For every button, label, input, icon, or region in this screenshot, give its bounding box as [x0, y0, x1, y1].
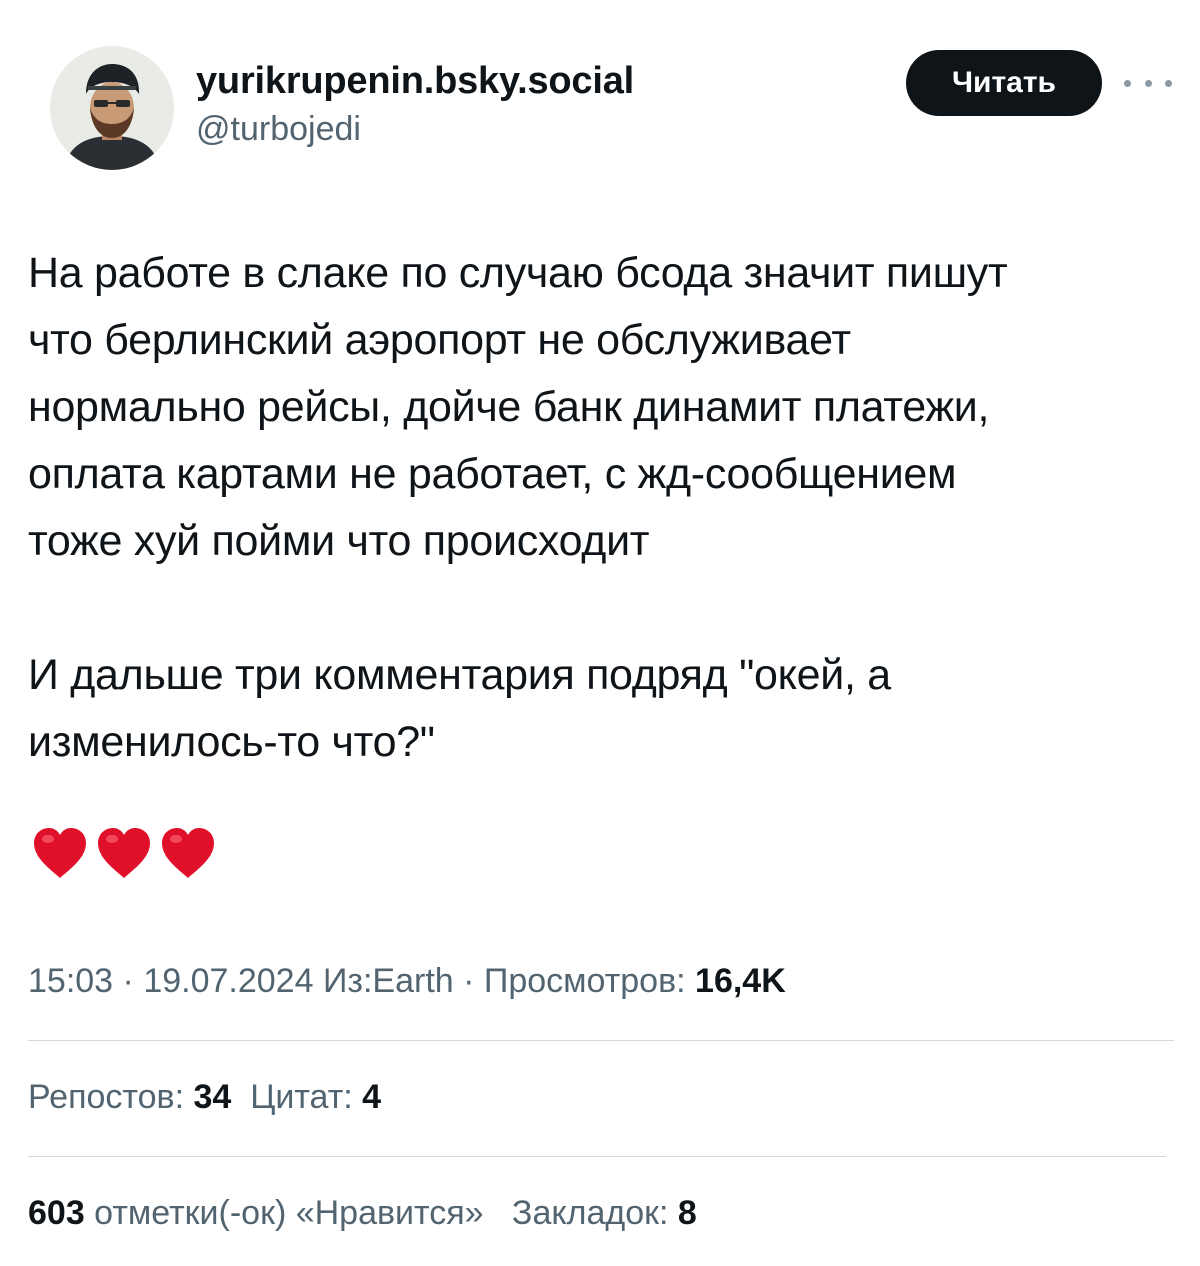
tweet-date[interactable]: 19.07.2024: [143, 962, 313, 1000]
tweet-line: И дальше три комментария подряд "окей, а: [28, 651, 891, 699]
divider: [28, 1156, 1166, 1157]
divider: [28, 1040, 1174, 1041]
meta-separator: ·: [453, 962, 484, 1000]
reposts-stat[interactable]: Репостов: 34: [28, 1078, 231, 1116]
emoji-row: [30, 824, 218, 882]
tweet-text: На работе в слаке по случаю бсода значит…: [28, 240, 1168, 776]
tweet-line: тоже хуй пойми что происходит: [28, 517, 650, 565]
reposts-label: Репостов:: [28, 1078, 194, 1116]
stat-spacer: [231, 1078, 250, 1116]
follow-button[interactable]: Читать: [906, 50, 1102, 116]
likes-label: отметки(-ок) «Нравится»: [84, 1194, 484, 1232]
bookmarks-count: 8: [677, 1194, 697, 1232]
meta-spacer: [313, 962, 322, 1000]
tweet-line: оплата картами не работает, с жд-сообщен…: [28, 450, 957, 498]
tweet-time[interactable]: 15:03: [28, 962, 113, 1000]
quotes-label: Цитат:: [250, 1078, 363, 1116]
avatar-image: [50, 46, 174, 170]
tweet-line: На работе в слаке по случаю бсода значит…: [28, 249, 1008, 297]
views-count: 16,4K: [695, 962, 786, 1000]
dot-icon: [1144, 79, 1152, 87]
like-stats: 603 отметки(-ок) «Нравится» Закладок: 8: [28, 1194, 697, 1233]
likes-count: 603: [28, 1194, 85, 1232]
tweet-meta: 15:03 · 19.07.2024 Из:Earth · Просмотров…: [28, 962, 786, 1001]
heart-icon: [162, 828, 214, 878]
tweet-line: нормально рейсы, дойче банк динамит плат…: [28, 383, 990, 431]
tweet-source: Из:Earth: [322, 962, 454, 1000]
dot-icon: [1124, 79, 1131, 87]
likes-stat[interactable]: 603 отметки(-ок) «Нравится»: [28, 1194, 484, 1232]
author-handle[interactable]: @turbojedi: [196, 110, 361, 149]
heart-icon: [34, 828, 86, 878]
avatar[interactable]: [50, 46, 174, 170]
bookmarks-stat[interactable]: Закладок: 8: [512, 1194, 697, 1232]
more-horizontal-icon[interactable]: [1124, 68, 1172, 98]
reposts-count: 34: [193, 1078, 232, 1116]
bookmarks-label: Закладок:: [511, 1194, 678, 1232]
heart-icon: [98, 828, 150, 878]
tweet-page: yurikrupenin.bsky.social @turbojedi Чита…: [0, 0, 1200, 1266]
tweet-line: изменилось-то что?": [28, 718, 435, 766]
author-display-name[interactable]: yurikrupenin.bsky.social: [196, 60, 634, 103]
quotes-stat[interactable]: Цитат: 4: [250, 1078, 381, 1116]
dot-icon: [1165, 79, 1172, 87]
tweet-line: что берлинский аэропорт не обслуживает: [28, 316, 851, 364]
quotes-count: 4: [362, 1078, 382, 1116]
stat-spacer: [484, 1194, 512, 1232]
repost-stats: Репостов: 34 Цитат: 4: [28, 1078, 381, 1117]
meta-separator: ·: [113, 962, 144, 1000]
views-label: Просмотров:: [483, 962, 696, 1000]
